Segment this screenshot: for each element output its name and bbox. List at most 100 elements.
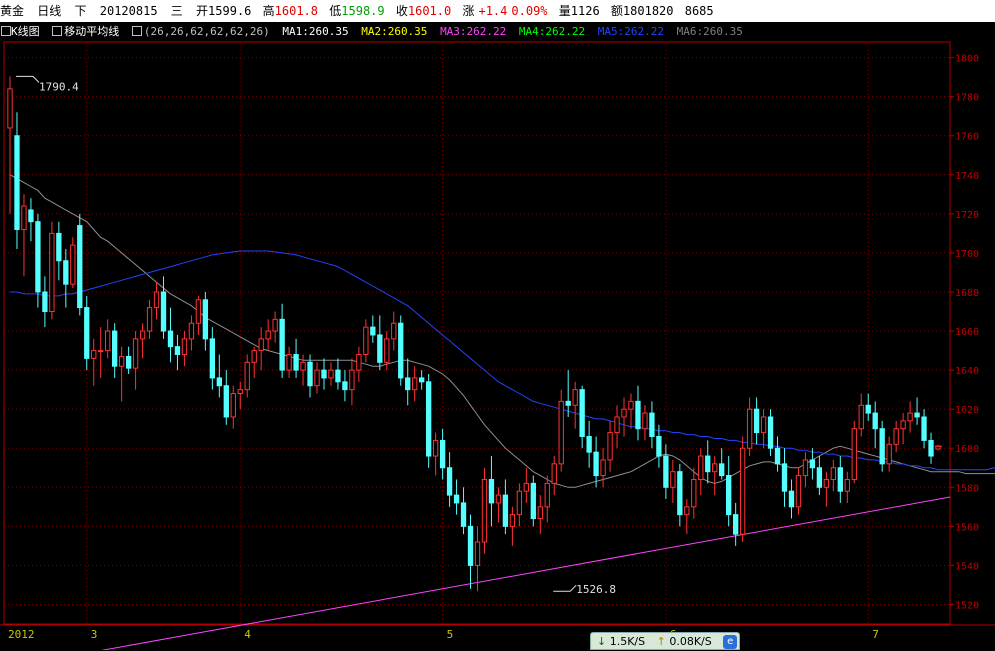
candle-body-down: [788, 490, 795, 508]
y-tick-label: 1700: [955, 249, 979, 260]
candle-body-down: [167, 330, 174, 348]
candle-body-up: [105, 330, 111, 352]
candle-body-down: [530, 482, 536, 520]
y-tick-label: 1600: [955, 444, 979, 455]
candle-body-up: [272, 318, 278, 332]
candle-body-up: [49, 232, 55, 313]
candle-body-up: [739, 447, 746, 535]
y-tick-label: 1520: [955, 600, 979, 611]
candle-body-up: [760, 416, 767, 434]
candle-body-down: [649, 412, 655, 438]
candle-body-down: [586, 436, 592, 453]
candle-body-down: [781, 463, 788, 492]
y-tick-label: 1680: [955, 288, 979, 299]
candle-body-up: [900, 420, 906, 430]
candle-body-up: [551, 463, 557, 484]
candle-body-down: [767, 416, 774, 449]
candle-body-down: [872, 412, 878, 430]
candle-body-down: [809, 459, 816, 469]
candle-body-up: [600, 459, 606, 477]
candle-body-up: [544, 482, 550, 508]
candle-body-down: [663, 455, 669, 488]
x-tick-label: 5: [447, 628, 454, 641]
x-tick-label: 2012: [8, 628, 35, 641]
download-speed: 1.5K/S: [609, 635, 646, 648]
y-tick-label: 1780: [955, 93, 979, 104]
candle-body-up: [698, 455, 704, 480]
upload-speed: 0.08K/S: [669, 635, 712, 648]
candle-body-down: [125, 355, 132, 369]
candle-body-up: [251, 350, 257, 363]
candle-body-down: [837, 467, 843, 492]
candle-body-down: [425, 381, 432, 457]
candle-body-down: [377, 334, 383, 363]
y-tick-label: 1660: [955, 327, 979, 338]
candle-body-up: [146, 307, 153, 332]
candle-body-down: [816, 467, 823, 488]
candle-body-down: [914, 412, 920, 418]
candle-body-up: [328, 369, 334, 379]
candle-body-up: [356, 353, 362, 371]
candle-body-up: [684, 506, 690, 516]
ma-gray-line: [9, 174, 995, 488]
candle-body-up: [712, 463, 718, 473]
candle-body-down: [307, 361, 313, 387]
candle-body-down: [321, 369, 327, 379]
candle-body-up: [132, 338, 139, 369]
candle-body-up: [258, 338, 264, 352]
candle-body-down: [593, 451, 599, 477]
candle-body-up: [830, 467, 837, 480]
candle-body-up: [795, 475, 802, 508]
candle-body-up: [572, 389, 578, 406]
candle-body-down: [656, 436, 662, 457]
candle-body-down: [370, 326, 376, 336]
candle-body-up: [907, 412, 913, 422]
candle-body-down: [216, 377, 222, 387]
candle-body-up: [614, 416, 620, 434]
candle-body-up: [537, 506, 543, 520]
candle-body-up: [314, 369, 320, 387]
candle-body-down: [56, 232, 62, 262]
candle-body-up: [7, 88, 13, 129]
candle-body-down: [35, 221, 41, 293]
candle-body-down: [174, 346, 181, 355]
candle-body-up: [621, 408, 627, 418]
candle-body-up: [432, 439, 439, 457]
candle-body-up: [300, 361, 306, 371]
candle-body-up: [153, 291, 160, 309]
candle-body-down: [565, 400, 571, 406]
annotation-leader: [553, 584, 577, 592]
candle-body-up: [516, 490, 523, 516]
download-arrow-icon: ↓: [597, 635, 607, 648]
candle-body-down: [579, 389, 585, 438]
candle-body-up: [188, 322, 195, 340]
candle-body-up: [91, 350, 97, 359]
candle-body-up: [823, 478, 830, 488]
candle-body-up: [481, 478, 488, 543]
candle-body-down: [460, 502, 467, 527]
candle-body-up: [363, 326, 369, 355]
candle-body-up: [391, 322, 397, 340]
candle-body-down: [405, 377, 411, 391]
candle-body-down: [865, 404, 871, 414]
candle-body-down: [28, 209, 34, 223]
candle-body-down: [753, 408, 760, 434]
candle-body-down: [14, 135, 20, 230]
y-tick-label: 1720: [955, 210, 979, 221]
candle-body-up: [265, 330, 271, 340]
candle-body-down: [635, 400, 641, 430]
y-tick-label: 1620: [955, 405, 979, 416]
candle-body-up: [474, 541, 481, 566]
candle-body-down: [223, 385, 229, 418]
candle-body-down: [342, 381, 348, 391]
candle-body-up: [244, 361, 250, 391]
candle-body-up: [349, 369, 355, 391]
y-tick-label: 1760: [955, 132, 979, 143]
candlestick-chart[interactable]: 1520 1540 1560 1580 1600 1620 1640 1660 1680 1700…: [0, 0, 995, 650]
candle-body-up: [746, 408, 753, 449]
candle-body-down: [111, 330, 118, 367]
candle-body-up: [886, 443, 892, 465]
y-tick-label: 1560: [955, 522, 979, 533]
candle-body-up: [70, 244, 76, 285]
browser-icon[interactable]: e: [723, 635, 738, 649]
